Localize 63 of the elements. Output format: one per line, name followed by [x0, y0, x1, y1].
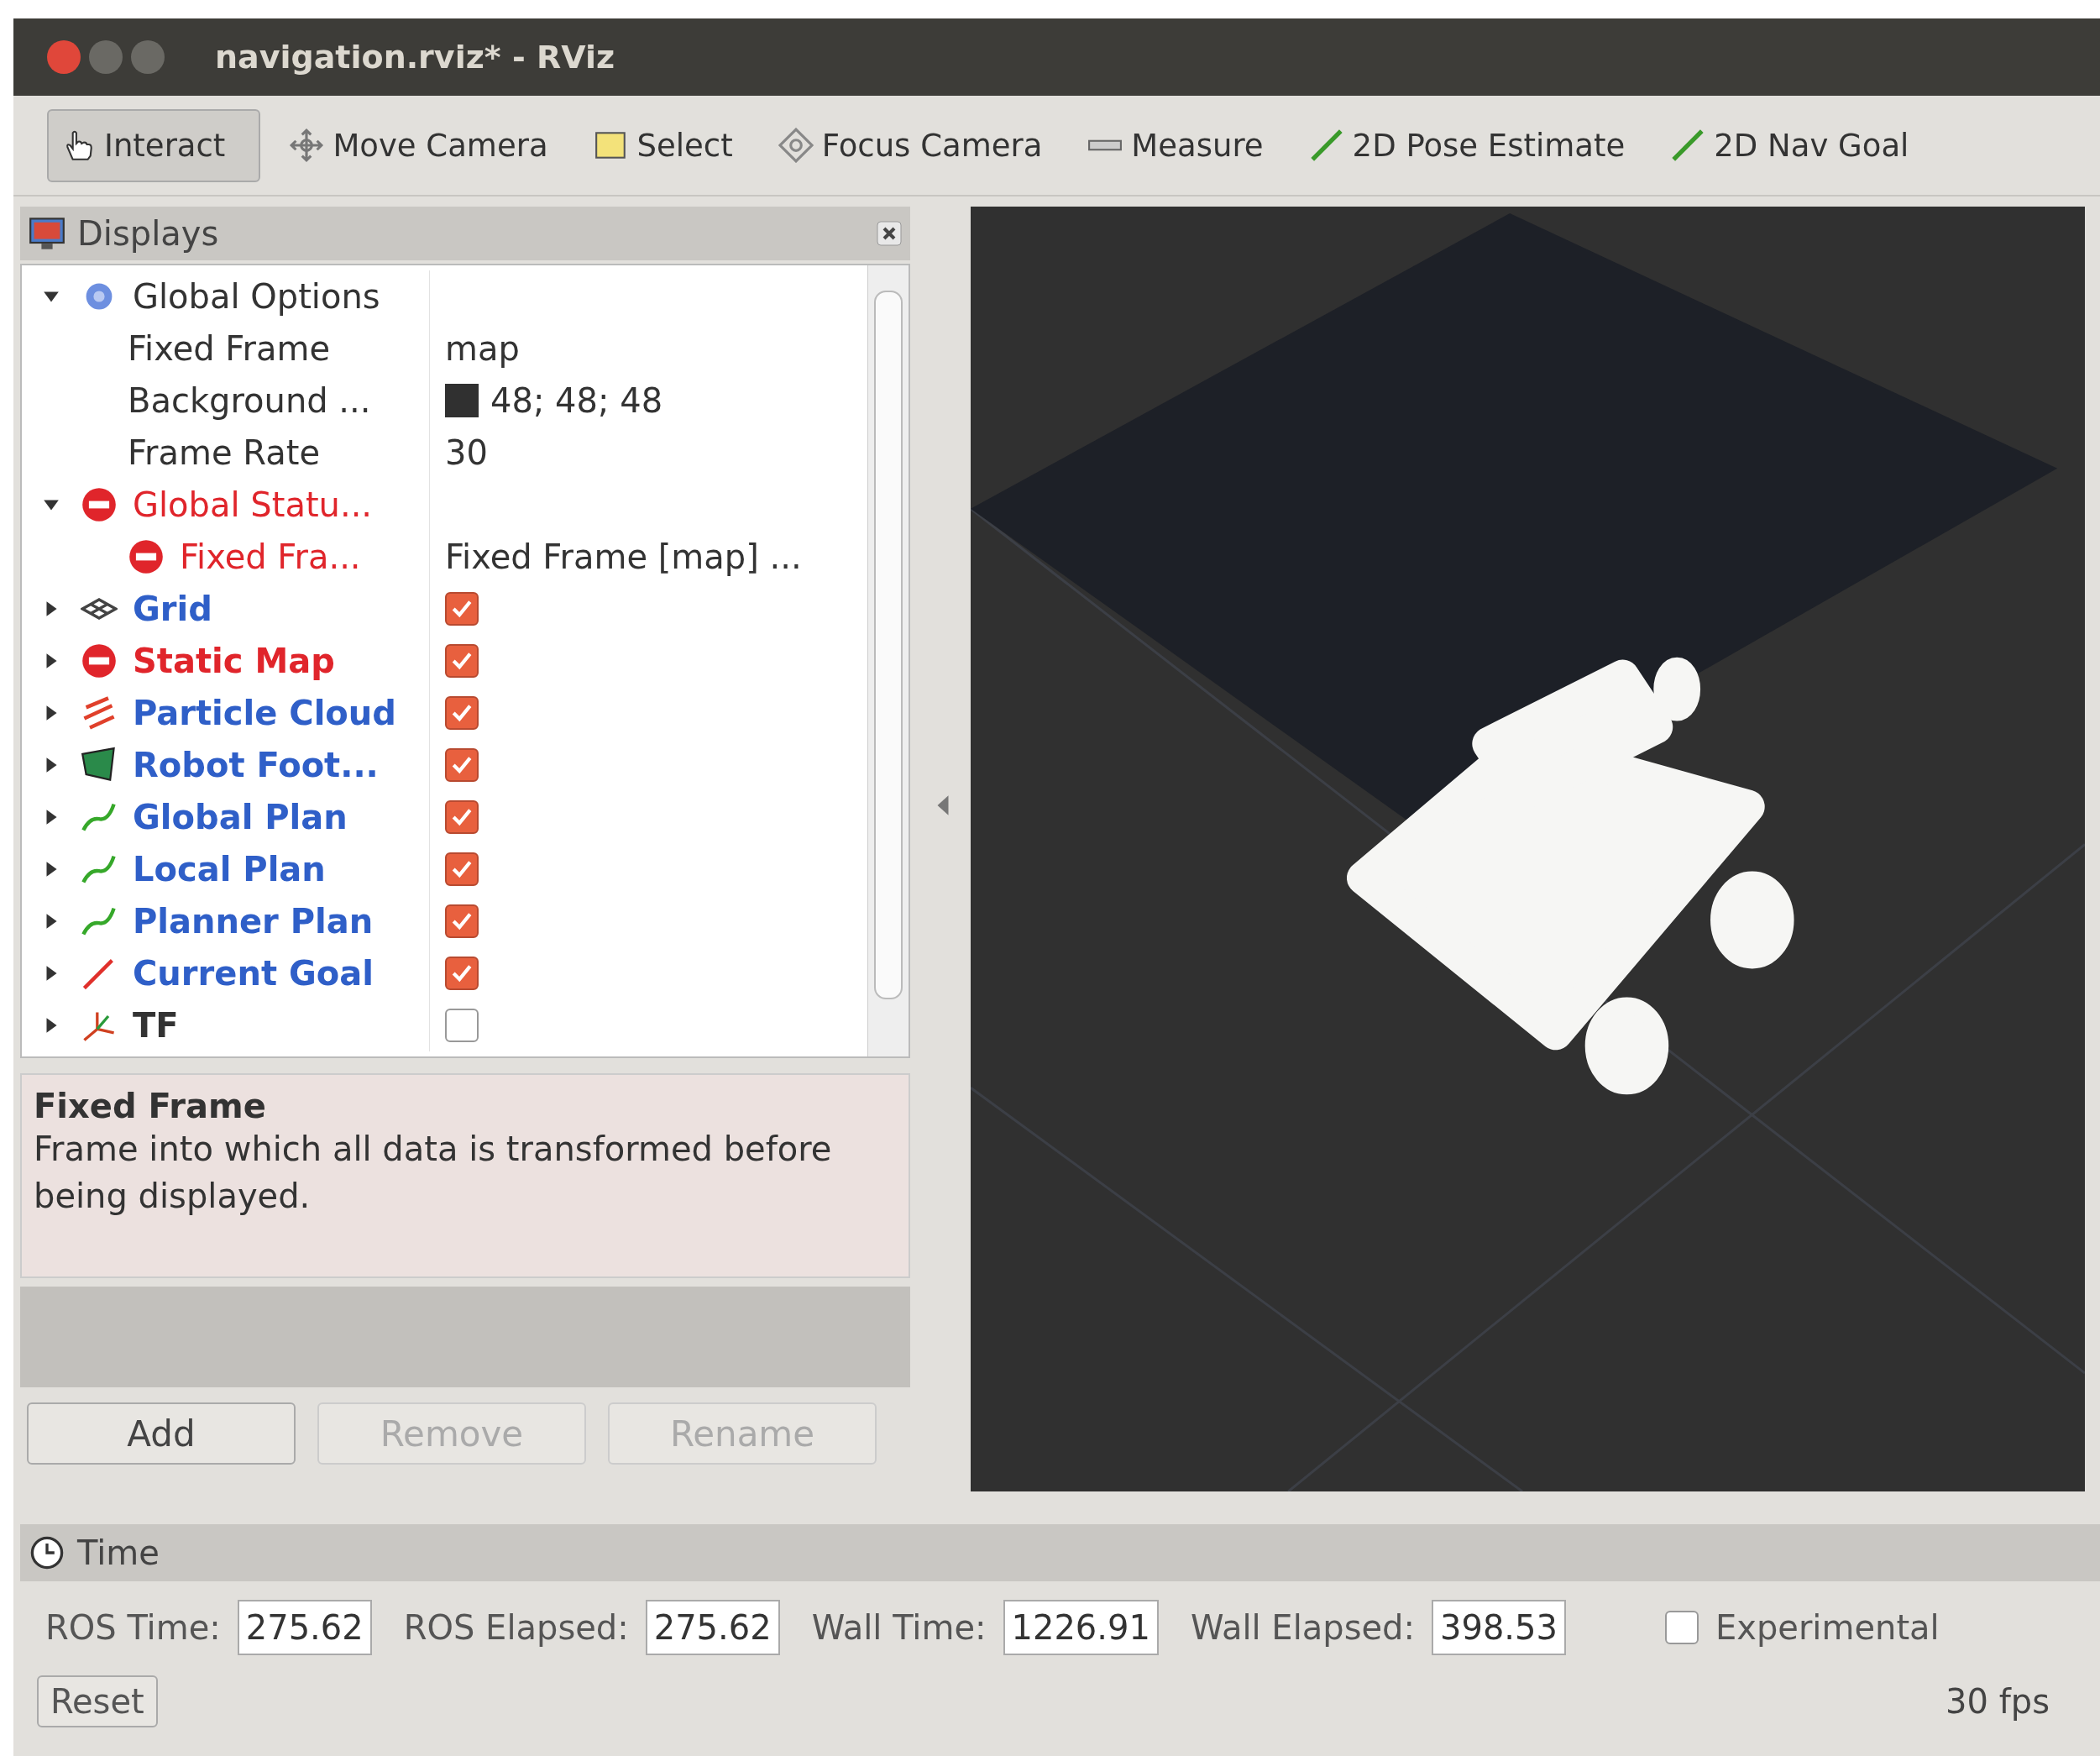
field-label: ROS Elapsed: — [403, 1608, 629, 1647]
checkbox[interactable] — [445, 696, 479, 730]
tree-item-label[interactable]: Global Plan — [133, 798, 348, 836]
reset-button[interactable]: Reset — [37, 1675, 158, 1727]
tree-item-label[interactable]: Static Map — [133, 642, 335, 680]
close-icon[interactable] — [877, 221, 902, 246]
property-value[interactable]: Fixed Frame [map] ... — [445, 537, 802, 576]
time-field[interactable]: 1226.91 — [1003, 1600, 1159, 1655]
fps-label: 30 fps — [1946, 1682, 2050, 1721]
time-field[interactable]: 398.53 — [1432, 1600, 1566, 1655]
3d-view[interactable] — [971, 207, 2085, 1491]
target-icon — [778, 128, 814, 163]
time-field[interactable]: 275.62 — [645, 1600, 780, 1655]
scrollbar[interactable] — [867, 265, 909, 1056]
tree-item-label[interactable]: Local Plan — [133, 850, 326, 888]
tree-item-label[interactable]: Particle Cloud — [133, 694, 396, 732]
property-value[interactable]: map — [445, 329, 520, 368]
tree-item-label[interactable]: Global Options — [133, 277, 380, 316]
tree-item-label[interactable]: Planner Plan — [133, 902, 374, 941]
tool-button[interactable]: Select — [576, 115, 750, 176]
checkbox[interactable] — [445, 592, 479, 626]
panel-button[interactable]: Add — [27, 1402, 296, 1465]
tool-button[interactable]: Interact — [47, 108, 261, 182]
tree-item-label[interactable]: Background ... — [128, 381, 371, 420]
checkbox[interactable] — [445, 800, 479, 834]
field-label: ROS Time: — [45, 1608, 221, 1647]
checkbox[interactable] — [445, 644, 479, 678]
window-title: navigation.rviz* - RViz — [215, 39, 615, 76]
tool-button[interactable]: Measure — [1071, 115, 1280, 176]
property-value[interactable]: 30 — [445, 433, 488, 472]
close-button[interactable] — [47, 40, 81, 74]
tool-button[interactable]: Focus Camera — [761, 115, 1060, 176]
checkbox[interactable] — [445, 904, 479, 938]
tree-item-label[interactable]: Frame Rate — [128, 433, 321, 472]
field-label: Wall Elapsed: — [1190, 1608, 1415, 1647]
checkbox[interactable] — [445, 748, 479, 782]
checkbox[interactable] — [445, 1009, 479, 1042]
field-label: Wall Time: — [811, 1608, 987, 1647]
checkbox-label: Experimental — [1715, 1608, 1940, 1647]
collapse-arrow-icon[interactable] — [935, 794, 950, 816]
help-text: Frame into which all data is transformed before being displayed. — [34, 1129, 833, 1217]
panel-title: Time — [77, 1533, 160, 1572]
checkbox[interactable] — [445, 852, 479, 886]
tool-button[interactable]: Move Camera — [272, 115, 565, 176]
tree-item-label[interactable]: TF — [133, 1006, 179, 1045]
tree-item-label[interactable]: Fixed Frame — [128, 329, 330, 368]
checkbox[interactable] — [1664, 1611, 1699, 1644]
panel-title: Displays — [77, 214, 220, 253]
monitor-icon — [29, 215, 65, 252]
property-value[interactable]: 48; 48; 48 — [490, 381, 663, 420]
tool-button[interactable]: 2D Nav Goal — [1653, 115, 1926, 176]
tree-item-label[interactable]: Global Statu... — [133, 485, 373, 524]
checkbox[interactable] — [445, 957, 479, 990]
tree-item-label[interactable]: Grid — [133, 590, 212, 628]
tree-item-label[interactable]: Fixed Fra... — [180, 537, 361, 576]
help-title: Fixed Frame — [34, 1087, 267, 1125]
tool-button[interactable]: 2D Pose Estimate — [1291, 115, 1642, 176]
tree-item-label[interactable]: Current Goal — [133, 954, 374, 993]
tree-item-label[interactable]: Robot Foot... — [133, 746, 379, 784]
clock-icon — [29, 1534, 65, 1571]
move-icon — [289, 128, 325, 163]
time-field[interactable]: 275.62 — [237, 1600, 372, 1655]
color-swatch[interactable] — [445, 384, 479, 417]
